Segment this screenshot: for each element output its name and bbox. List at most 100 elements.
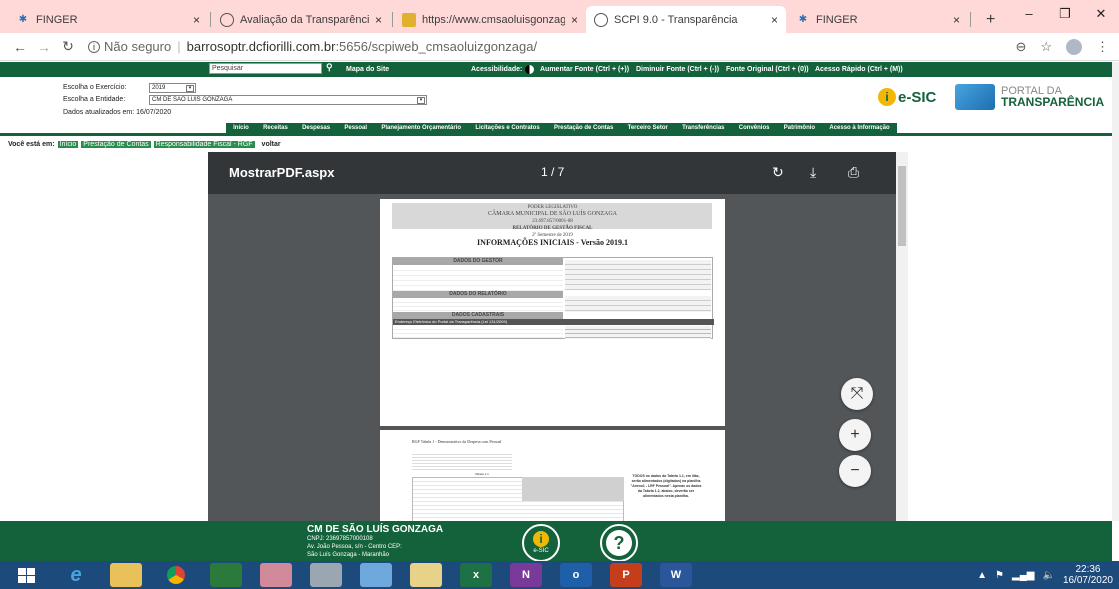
pdf-portal-row: Endereço Eletrônico do Portal da Transpa… [393, 319, 714, 325]
menu-item-inicio[interactable]: Início [233, 125, 249, 131]
question-icon: ? [606, 530, 632, 556]
accessibility-strip: ⚲ Mapa do Site Acessibilidade: Aumentar … [0, 62, 1112, 77]
page-scrollbar[interactable] [1112, 62, 1119, 521]
tab-finger-1[interactable]: ✱ FINGER × [8, 6, 208, 33]
url-path[interactable]: :5656/scpiweb_cmsaoluizgonzaga/ [335, 39, 537, 54]
maximize-button[interactable]: ❐ [1047, 0, 1083, 28]
rotate-icon[interactable]: ↻ [772, 164, 784, 181]
word-icon[interactable]: W [660, 563, 692, 587]
close-icon[interactable]: × [565, 13, 578, 27]
new-tab-button[interactable]: + [978, 6, 1008, 33]
info-icon[interactable]: i [88, 40, 100, 53]
tab-cmsaoluisgonzaga[interactable]: https://www.cmsaoluisgonzaga × [394, 6, 586, 33]
pdf-viewer[interactable]: MostrarPDF.aspx 1 / 7 ↻ ⤓ ⎙ PODER LEGISL… [208, 152, 896, 521]
menu-dots-icon[interactable]: ⋮ [1096, 39, 1109, 55]
original-font-link[interactable]: Fonte Original (Ctrl + (0)) [726, 66, 809, 73]
fit-page-button[interactable]: ⤧ [841, 378, 873, 410]
windows-start-icon[interactable] [10, 563, 42, 587]
print-icon[interactable]: ⎙ [848, 164, 859, 181]
menu-item-pessoal[interactable]: Pessoal [344, 125, 367, 131]
menu-item-transferencias[interactable]: Transferências [682, 125, 724, 131]
forward-arrow-icon[interactable]: → [32, 39, 56, 55]
zoom-out-button[interactable]: − [839, 455, 871, 487]
tab-avaliacao[interactable]: Avaliação da Transparência dos × [212, 6, 390, 33]
chevron-down-icon[interactable]: ▾ [186, 85, 194, 92]
excel-icon[interactable]: x [460, 563, 492, 587]
breadcrumb-item-prestacao[interactable]: Prestação de Contas [81, 141, 151, 148]
chrome-icon[interactable] [160, 563, 192, 587]
footer-help-button[interactable]: ? [600, 524, 638, 562]
search-input[interactable]: Pesquisar [209, 63, 322, 74]
reload-icon[interactable]: ↻ [56, 38, 80, 55]
clock-time[interactable]: 22:36 [1063, 564, 1113, 575]
menu-item-receitas[interactable]: Receitas [263, 125, 288, 131]
security-label[interactable]: Não seguro [104, 39, 171, 54]
close-icon[interactable]: × [947, 13, 960, 27]
network-icon[interactable]: ▂▄▆ [1012, 570, 1034, 581]
profile-avatar[interactable] [1066, 38, 1082, 55]
zoom-in-button[interactable]: + [839, 419, 871, 451]
exercise-select[interactable]: 2019 ▾ [149, 83, 196, 93]
breadcrumb-item-rgf[interactable]: Responsabilidade Fiscal - RGF [153, 141, 255, 148]
tab-scpi-active[interactable]: SCPI 9.0 - Transparência × [586, 6, 786, 33]
clock-date[interactable]: 16/07/2020 [1063, 575, 1113, 586]
globe-icon [594, 12, 608, 27]
exercise-value: 2019 [152, 85, 166, 91]
ie-icon[interactable]: e [60, 563, 92, 587]
file-explorer-icon[interactable] [110, 563, 142, 587]
minimize-button[interactable]: – [1011, 0, 1047, 28]
onenote-icon[interactable]: N [510, 563, 542, 587]
breadcrumb-item-inicio[interactable]: Início [57, 141, 79, 148]
paint3d-icon[interactable] [360, 563, 392, 587]
portal-transparencia-logo[interactable]: PORTAL DA TRANSPARÊNCIA [955, 84, 1104, 110]
back-link[interactable]: voltar [262, 141, 281, 148]
quick-access-link[interactable]: Acesso Rápido (Ctrl + (M)) [815, 66, 903, 73]
close-icon[interactable]: × [187, 13, 200, 27]
store-icon[interactable] [210, 563, 242, 587]
main-menu: Início Receitas Despesas Pessoal Planeja… [226, 123, 897, 133]
close-icon[interactable]: × [369, 13, 382, 27]
paint-icon[interactable] [260, 563, 292, 587]
back-arrow-icon[interactable]: ← [8, 39, 32, 55]
contrast-icon[interactable] [525, 65, 534, 74]
finger-logo-icon: ✱ [18, 14, 28, 25]
menu-item-terceiro-setor[interactable]: Terceiro Setor [628, 125, 668, 131]
close-icon[interactable]: × [765, 13, 778, 27]
powerpoint-icon[interactable]: P [610, 563, 642, 587]
esic-logo[interactable]: i e-SIC [878, 88, 936, 106]
url-field[interactable]: i Não seguro | barrosoptr.dcfiorilli.com… [88, 39, 537, 54]
tab-finger-2[interactable]: ✱ FINGER × [788, 6, 968, 33]
footer-esic-button[interactable]: i e-SIC [522, 524, 560, 562]
people-logo-icon [955, 84, 995, 110]
footer-city: São Luís Gonzaga - Maranhão [307, 552, 390, 558]
outlook-icon[interactable]: o [560, 563, 592, 587]
menu-item-despesas[interactable]: Despesas [302, 125, 330, 131]
menu-item-convenios[interactable]: Convênios [739, 125, 770, 131]
calculator-icon[interactable] [310, 563, 342, 587]
chevron-down-icon[interactable]: ▾ [417, 97, 425, 104]
increase-font-link[interactable]: Aumentar Fonte (Ctrl + (+)) [540, 66, 629, 73]
close-window-button[interactable]: ✕ [1083, 0, 1119, 28]
search-icon[interactable]: ⚲ [326, 62, 333, 73]
zoom-icon[interactable]: ⊖ [1015, 39, 1026, 55]
notes-icon[interactable] [410, 563, 442, 587]
menu-item-prestacao[interactable]: Prestação de Contas [554, 125, 613, 131]
flag-icon[interactable]: ⚑ [995, 570, 1004, 581]
entity-select[interactable]: CM DE SAO LUIS GONZAGA ▾ [149, 95, 427, 105]
globe-icon [220, 12, 234, 27]
scrollbar-thumb[interactable] [898, 166, 906, 246]
decrease-font-link[interactable]: Diminuir Fonte (Ctrl + (-)) [636, 66, 719, 73]
chevron-up-icon[interactable]: ▲ [977, 570, 987, 581]
star-icon[interactable]: ☆ [1040, 39, 1052, 55]
crest-icon [402, 12, 416, 27]
volume-icon[interactable]: 🔈 [1042, 570, 1054, 581]
download-icon[interactable]: ⤓ [810, 164, 816, 181]
info-badge-icon: i [878, 88, 896, 106]
sitemap-link[interactable]: Mapa do Site [346, 66, 389, 73]
menu-item-acesso-informacao[interactable]: Acesso à Informação [829, 125, 889, 131]
url-host[interactable]: barrosoptr.dcfiorilli.com.br [187, 39, 336, 54]
menu-item-licitacoes[interactable]: Licitações e Contratos [475, 125, 539, 131]
menu-item-planejamento[interactable]: Planejamento Orçamentário [381, 125, 461, 131]
pdf-scrollbar[interactable] [896, 152, 908, 521]
menu-item-patrimonio[interactable]: Patrimônio [784, 125, 815, 131]
